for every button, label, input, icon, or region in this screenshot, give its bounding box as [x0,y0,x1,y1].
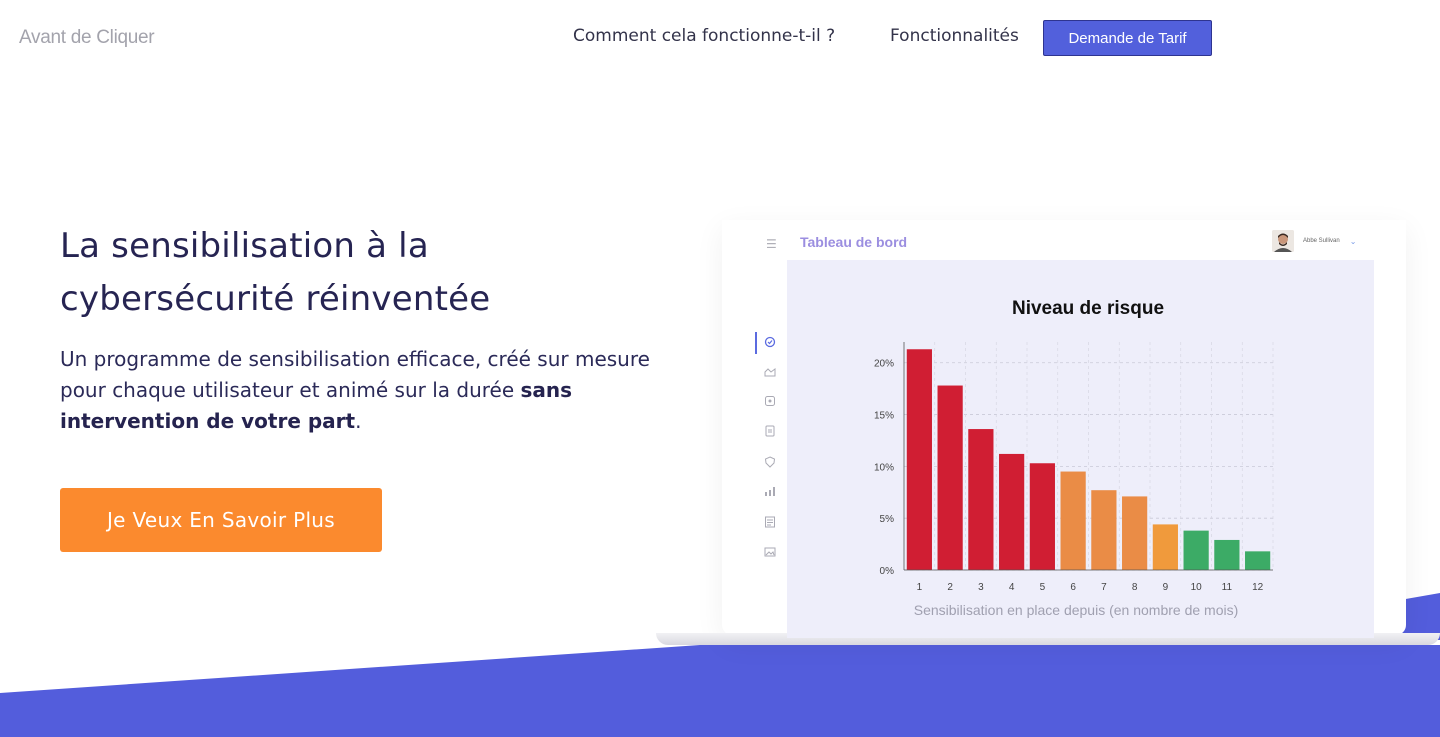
x-tick-label: 12 [1252,582,1264,593]
chart-bar [1214,539,1240,570]
chart-area-icon[interactable] [764,366,776,378]
chart-bar [968,429,994,570]
x-tick-label: 2 [947,582,953,593]
x-tick-label: 1 [917,582,923,593]
nav-features[interactable]: Fonctionnalités [890,26,1019,46]
user-name: Abbe Sullivan [1303,238,1340,244]
shield-icon[interactable] [764,456,776,468]
x-axis-label: Sensibilisation en place depuis (en nomb… [914,602,1239,618]
report-icon[interactable] [764,516,776,528]
sidebar-active-indicator [755,332,757,354]
x-tick-label: 11 [1222,582,1233,593]
risk-chart: Niveau de risque0%5%10%15%20%1 2 3 4 5 6 7 8 9 10… [874,298,1274,618]
request-pricing-button[interactable]: Demande de Tarif [1043,20,1212,56]
document-icon[interactable] [764,425,776,437]
user-menu[interactable]: Abbe Sullivan ⌄ [1272,229,1356,253]
dashboard-icon[interactable] [764,336,776,348]
x-tick-label: 7 [1101,582,1107,593]
learn-more-button[interactable]: Je Veux En Savoir Plus [60,488,382,552]
avatar [1272,230,1294,252]
chart-bar [906,349,932,570]
site-logo[interactable]: Avant de Cliquer [19,27,155,49]
x-tick-label: 10 [1191,582,1203,593]
menu-icon[interactable]: ☰ [766,237,777,251]
chart-bar [1183,530,1209,570]
chart-bar [937,385,963,570]
x-tick-label: 6 [1070,582,1076,593]
x-tick-label: 4 [1009,582,1015,593]
hero-subtitle: Un programme de sensibilisation efficace… [60,344,660,437]
chart-bar [1029,463,1055,570]
dashboard-sidebar: ☰ [755,228,786,628]
y-tick-label: 15% [874,411,894,422]
hero-title: La sensibilisation à la cybersécurité ré… [60,226,491,319]
y-tick-label: 10% [874,462,894,473]
chart-bar [1122,496,1148,570]
chart-bar [1152,524,1178,570]
chart-bar [1091,490,1117,570]
chart-title: Niveau de risque [1012,298,1164,319]
risk-chart-panel: Niveau de risque 0% 5% 10% 15% 20% 1 2 3 4 5 6 7 8 9 10… [787,260,1374,638]
chart-bar [999,453,1025,570]
x-tick-label: 9 [1163,582,1169,593]
nav-how-it-works[interactable]: Comment cela fonctionne-t-il ? [573,26,835,46]
x-tick-label: 5 [1040,582,1046,593]
campaign-icon[interactable] [764,395,776,407]
x-tick-label: 8 [1132,582,1138,593]
stats-icon[interactable] [764,485,776,497]
chart-bar [1060,471,1086,570]
hero-subtitle-end: . [355,409,362,433]
dashboard-title: Tableau de bord [800,234,908,250]
image-icon[interactable] [764,546,776,558]
y-tick-label: 5% [880,514,895,525]
x-tick-label: 3 [978,582,984,593]
y-tick-label: 20% [874,359,894,370]
y-tick-label: 0% [880,566,895,577]
chevron-down-icon[interactable]: ⌄ [1350,237,1357,246]
chart-bar [1245,551,1271,570]
